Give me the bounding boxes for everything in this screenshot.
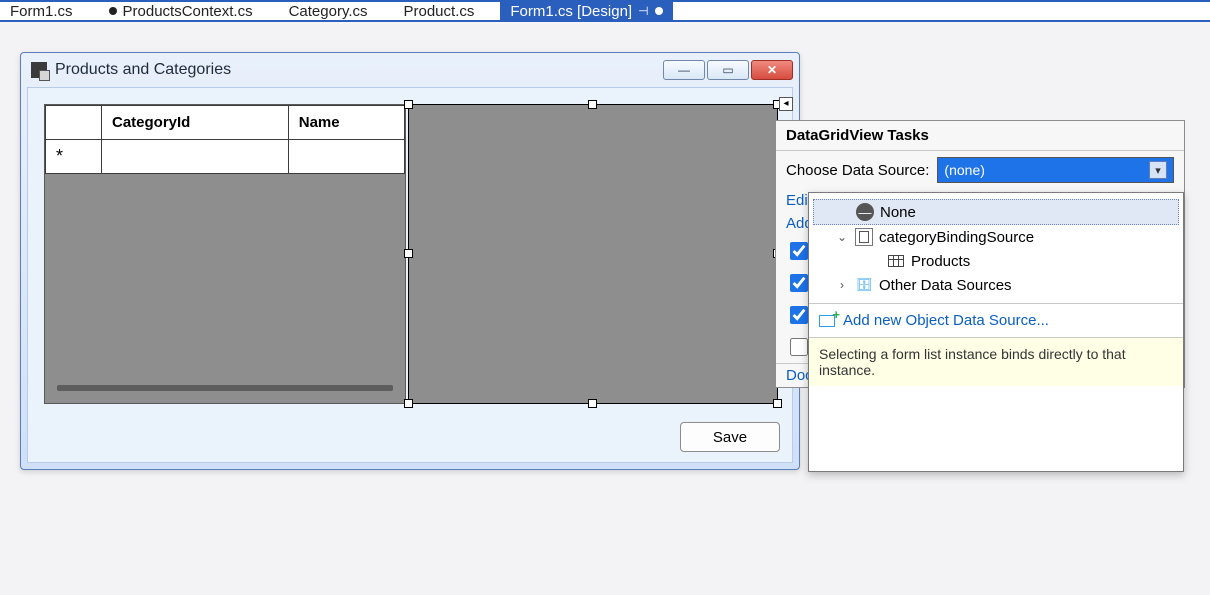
new-row-indicator: * bbox=[46, 140, 102, 174]
tab-product-cs[interactable]: Product.cs bbox=[394, 2, 501, 20]
chevron-right-icon[interactable]: › bbox=[835, 278, 849, 292]
column-header-name[interactable]: Name bbox=[288, 106, 404, 140]
products-grid-selected[interactable]: ◂ bbox=[408, 104, 778, 404]
chevron-down-icon[interactable]: ⌄ bbox=[835, 230, 849, 244]
data-source-selected-value: (none) bbox=[944, 162, 984, 178]
tree-node-label: None bbox=[880, 204, 916, 221]
save-button-label: Save bbox=[713, 429, 747, 446]
choose-data-source-row: Choose Data Source: (none) ▾ bbox=[776, 151, 1184, 189]
categories-grid-table: CategoryId Name * bbox=[45, 105, 405, 174]
minimize-button[interactable]: — bbox=[663, 60, 705, 80]
resize-handle-sw[interactable] bbox=[404, 399, 413, 408]
data-source-dropdown[interactable]: — None ⌄ categoryBindingSource Products … bbox=[808, 192, 1184, 472]
grid-cell[interactable] bbox=[288, 140, 404, 174]
tab-category-cs[interactable]: Category.cs bbox=[279, 2, 394, 20]
close-button[interactable]: ✕ bbox=[751, 60, 793, 80]
categories-grid[interactable]: CategoryId Name * bbox=[44, 104, 406, 404]
checkbox-icon[interactable] bbox=[790, 274, 808, 292]
pin-icon[interactable]: ⊣ bbox=[638, 4, 648, 18]
dirty-indicator-icon bbox=[655, 7, 663, 15]
save-button[interactable]: Save bbox=[680, 422, 780, 452]
grid-header-row: CategoryId Name bbox=[46, 106, 405, 140]
tree-node-label: Products bbox=[911, 253, 970, 270]
resize-handle-w[interactable] bbox=[404, 249, 413, 258]
tree-node-label: Other Data Sources bbox=[879, 277, 1012, 294]
tab-label: ProductsContext.cs bbox=[123, 3, 253, 20]
form-title: Products and Categories bbox=[55, 61, 231, 79]
database-icon: 🗄 bbox=[855, 276, 873, 294]
add-new-data-source-link[interactable]: Add new Object Data Source... bbox=[809, 303, 1183, 337]
tab-form1-cs[interactable]: Form1.cs bbox=[0, 2, 99, 20]
checkbox-icon[interactable] bbox=[790, 338, 808, 356]
tree-node-label: categoryBindingSource bbox=[879, 229, 1034, 246]
form-icon bbox=[31, 62, 47, 78]
designer-surface[interactable]: Products and Categories — ▭ ✕ CategoryId… bbox=[0, 24, 1210, 595]
maximize-button[interactable]: ▭ bbox=[707, 60, 749, 80]
tab-label: Product.cs bbox=[404, 3, 475, 20]
data-source-combobox[interactable]: (none) ▾ bbox=[937, 157, 1174, 183]
data-source-tree: — None ⌄ categoryBindingSource Products … bbox=[809, 193, 1183, 303]
form-titlebar[interactable]: Products and Categories — ▭ ✕ bbox=[21, 53, 799, 87]
choose-data-source-label: Choose Data Source: bbox=[786, 162, 929, 179]
window-controls: — ▭ ✕ bbox=[663, 60, 793, 80]
add-data-source-icon bbox=[819, 315, 835, 327]
tab-label: Form1.cs [Design] bbox=[510, 3, 632, 20]
tree-node-other-data-sources[interactable]: › 🗄 Other Data Sources bbox=[813, 273, 1179, 297]
grid-cell[interactable] bbox=[102, 140, 289, 174]
dirty-indicator-icon bbox=[109, 7, 117, 15]
resize-handle-nw[interactable] bbox=[404, 100, 413, 109]
document-tab-strip: Form1.cs ProductsContext.cs Category.cs … bbox=[0, 0, 1210, 22]
tab-form1-design[interactable]: Form1.cs [Design] ⊣ bbox=[500, 2, 672, 20]
resize-handle-se[interactable] bbox=[773, 399, 782, 408]
form-client-area[interactable]: CategoryId Name * bbox=[27, 87, 793, 463]
tree-node-category-binding-source[interactable]: ⌄ categoryBindingSource bbox=[813, 225, 1179, 249]
tab-productscontext-cs[interactable]: ProductsContext.cs bbox=[99, 2, 279, 20]
smart-tag-glyph[interactable]: ◂ bbox=[779, 97, 793, 111]
checkbox-icon[interactable] bbox=[790, 242, 808, 260]
tab-label: Form1.cs bbox=[10, 3, 73, 20]
column-header-categoryid[interactable]: CategoryId bbox=[102, 106, 289, 140]
data-source-hint: Selecting a form list instance binds dir… bbox=[809, 337, 1183, 386]
add-new-data-source-label: Add new Object Data Source... bbox=[843, 312, 1049, 329]
grid-new-row[interactable]: * bbox=[46, 140, 405, 174]
checkbox-icon[interactable] bbox=[790, 306, 808, 324]
row-header-corner[interactable] bbox=[46, 106, 102, 140]
form-window[interactable]: Products and Categories — ▭ ✕ CategoryId… bbox=[20, 52, 800, 470]
tree-node-products[interactable]: Products bbox=[813, 249, 1179, 273]
resize-handle-n[interactable] bbox=[588, 100, 597, 109]
binding-source-icon bbox=[855, 228, 873, 246]
none-icon: — bbox=[856, 203, 874, 221]
tab-label: Category.cs bbox=[289, 3, 368, 20]
horizontal-scrollbar[interactable] bbox=[57, 385, 393, 391]
tasks-panel-title: DataGridView Tasks bbox=[776, 121, 1184, 151]
chevron-down-icon[interactable]: ▾ bbox=[1149, 161, 1167, 179]
resize-handle-s[interactable] bbox=[588, 399, 597, 408]
tree-node-none[interactable]: — None bbox=[813, 199, 1179, 225]
table-icon bbox=[887, 252, 905, 270]
